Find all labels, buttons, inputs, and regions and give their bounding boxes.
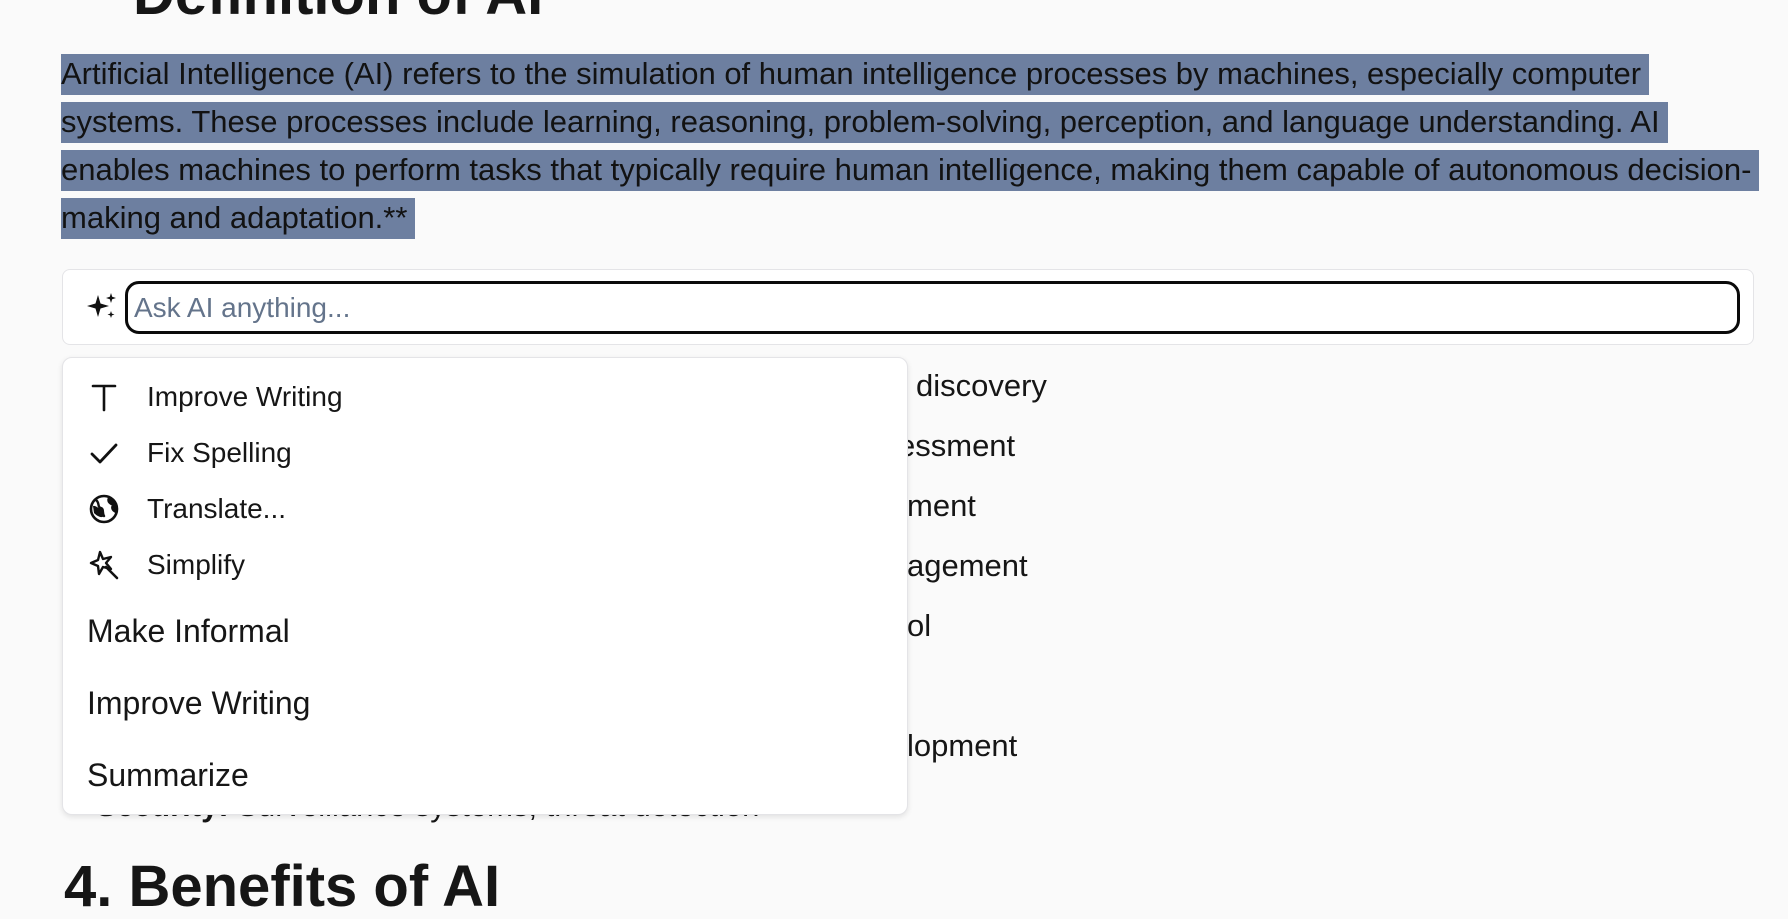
globe-icon xyxy=(87,492,121,526)
list-item: ol xyxy=(907,608,932,643)
menu-item-label: Summarize xyxy=(87,756,249,793)
menu-item-label: Improve Writing xyxy=(87,684,311,721)
menu-item-label: Simplify xyxy=(147,549,246,580)
text-icon xyxy=(87,380,121,414)
menu-item-summarize[interactable]: Summarize xyxy=(63,742,907,808)
magic-wand-icon xyxy=(87,548,121,582)
menu-item-label: Improve Writing xyxy=(147,381,343,412)
list-item: essment xyxy=(898,428,1016,463)
ai-command-menu: Improve Writing Fix Spelling Translate..… xyxy=(62,357,908,815)
menu-item-simplify[interactable]: Simplify xyxy=(63,540,907,590)
menu-item-make-informal[interactable]: Make Informal xyxy=(63,598,907,664)
menu-item-label: Make Informal xyxy=(87,612,290,649)
list-item: lopment xyxy=(907,728,1018,763)
list-item: discovery xyxy=(916,368,1047,403)
sparkles-icon xyxy=(85,290,119,324)
editor-page: Definition of AI Artificial Intelligence… xyxy=(0,0,1788,916)
section-heading-benefits: 4. Benefits of AI xyxy=(64,854,501,919)
menu-item-fix-spelling[interactable]: Fix Spelling xyxy=(63,428,907,478)
menu-item-translate[interactable]: Translate... xyxy=(63,484,907,534)
menu-item-label: Fix Spelling xyxy=(147,437,292,468)
menu-item-improve-writing[interactable]: Improve Writing xyxy=(63,372,907,422)
check-icon xyxy=(87,436,121,470)
menu-item-label: Translate... xyxy=(147,493,287,524)
list-item: ment xyxy=(907,488,976,523)
list-item: agement xyxy=(907,548,1028,583)
menu-item-improve-writing-2[interactable]: Improve Writing xyxy=(63,670,907,736)
ask-ai-input[interactable] xyxy=(125,281,1740,334)
ask-ai-bar xyxy=(62,269,1754,345)
